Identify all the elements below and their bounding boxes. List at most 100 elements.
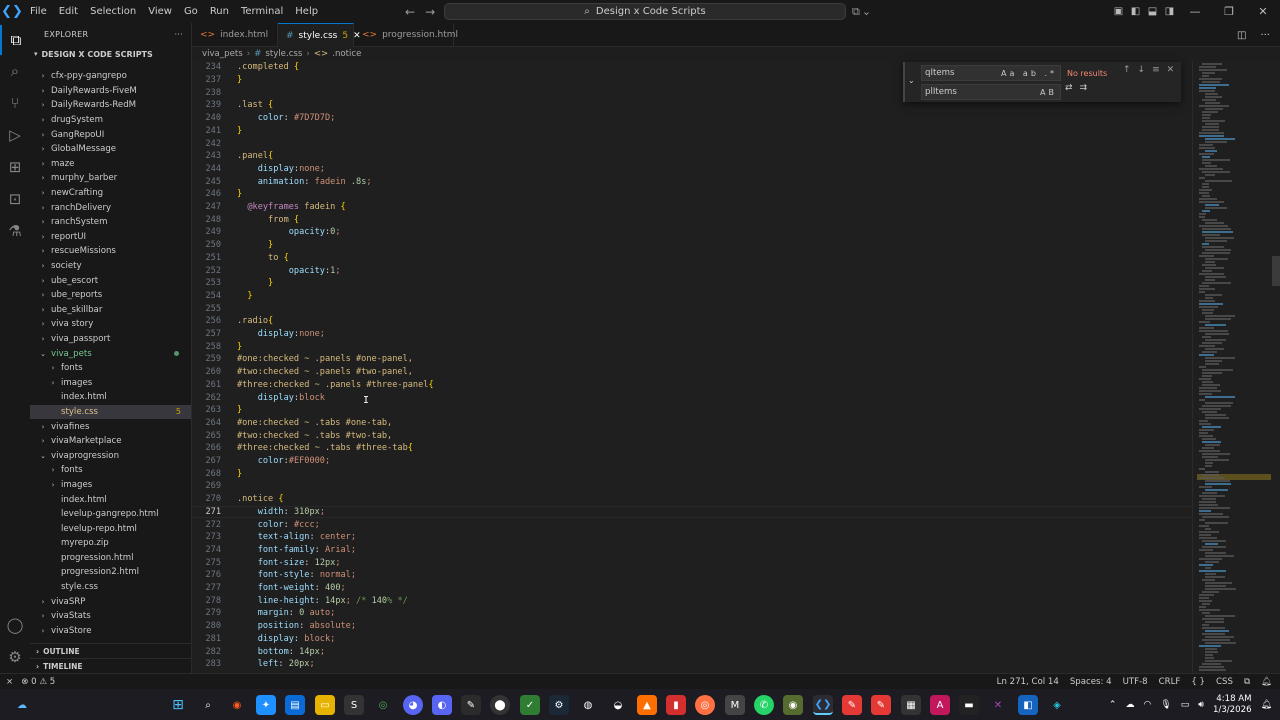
forward-arrow-icon[interactable]: → (425, 5, 435, 19)
explorer-file-item[interactable]: index.html (30, 492, 191, 507)
steam-icon[interactable]: ⚙ (549, 695, 569, 715)
cursor-position[interactable]: Ln 271, Col 14 (997, 677, 1059, 687)
end-of-line[interactable]: CRLF (1159, 677, 1181, 687)
explorer-folder-item[interactable]: › vivaStore (30, 624, 191, 639)
menu-go[interactable]: Go (178, 0, 204, 23)
app-icon[interactable]: ✦ (256, 695, 276, 715)
sublime-icon[interactable]: S (344, 695, 364, 715)
app-icon[interactable]: A (930, 695, 950, 715)
code-line[interactable]: 263} (192, 404, 1192, 417)
replace-all-icon[interactable]: ⇉ (1080, 83, 1088, 93)
explorer-folder-item[interactable]: › DailyRewards-FiveM (30, 84, 191, 99)
gear-icon[interactable]: ⚙ (0, 642, 30, 672)
code-line[interactable]: 244 display:none; (192, 163, 1192, 176)
more-actions-icon[interactable]: ··· (1260, 30, 1270, 41)
app-icon[interactable]: ✎ (842, 695, 862, 715)
explorer-folder-item[interactable]: › ranchDelivery (30, 200, 191, 215)
remote-explorer-icon[interactable]: ⊡ (0, 184, 30, 214)
explorer-file-item[interactable]: myrepo.zip (30, 536, 191, 551)
explorer-folder-item[interactable]: › murphy_barber (30, 171, 191, 186)
preserve-case-icon[interactable]: AB (1040, 88, 1057, 97)
minimap[interactable] (1192, 61, 1280, 673)
code-line[interactable]: 268} (192, 467, 1192, 480)
code-line[interactable]: 258} (192, 340, 1192, 353)
account-icon[interactable]: ◯ (0, 610, 30, 640)
close-button[interactable]: ✕ (1246, 5, 1280, 18)
menu-file[interactable]: File (24, 0, 53, 23)
code-line[interactable]: 264 #one:checked ~ .tabs #one-tab, (192, 417, 1192, 430)
maximize-button[interactable]: ❐ (1212, 5, 1246, 18)
explorer-folder-item[interactable]: › vivaMarketplace (30, 434, 191, 449)
search-icon[interactable]: ⌕ (198, 695, 218, 715)
timeline-section[interactable]: › TIMELINE (30, 658, 191, 673)
tab-progression-html[interactable]: <> progression.html (354, 23, 458, 47)
volume-icon[interactable]: 🔊︎ (1198, 700, 1204, 710)
explorer-folder-item[interactable]: › society (30, 259, 191, 274)
toggle-secondary-sidebar-icon[interactable]: ◨ (1161, 6, 1178, 17)
cloud-icon[interactable]: ☁ (1125, 700, 1134, 710)
code-line[interactable]: 262 display:block (192, 391, 1192, 404)
toggle-replace-chevron-icon[interactable]: ⌄ (908, 76, 915, 85)
microphone-icon[interactable]: 🎙︎ (1160, 700, 1171, 710)
menu-help[interactable]: Help (289, 0, 324, 23)
code-line[interactable]: 259 #one:checked ~ .panels #one-panel, (192, 353, 1192, 366)
toggle-panel-icon[interactable]: ⬓ (1144, 6, 1161, 17)
command-center[interactable]: ⌕ Design x Code Scripts (444, 3, 846, 20)
explorer-folder-item[interactable]: › newCrafting (30, 186, 191, 201)
explorer-folder-item[interactable]: › viva_passport (30, 332, 191, 347)
code-line[interactable]: 283 left: 20px; (192, 658, 1192, 671)
code-line[interactable]: 269 (192, 480, 1192, 493)
tab-index-html[interactable]: <> index.html (192, 23, 278, 47)
code-line[interactable]: 248 from { (192, 213, 1192, 226)
explorer-file-item[interactable]: style.css 5 (30, 404, 191, 420)
explorer-folder-item[interactable]: › ube_reports (30, 288, 191, 303)
explorer-folder-item[interactable]: › fonts (30, 361, 191, 376)
search-icon[interactable]: ⌕ (0, 56, 30, 86)
explorer-file-item[interactable]: levelup-repo.html (30, 521, 191, 536)
code-line[interactable]: 274 font-family: Arial; (192, 544, 1192, 557)
code-line[interactable]: 256 .radio{ (192, 315, 1192, 328)
code-line[interactable]: 276 font-style: normal; (192, 569, 1192, 582)
breadcrumb-file[interactable]: style.css (265, 49, 302, 59)
workspace-header[interactable]: ▾ DESIGN X CODE SCRIPTS (30, 45, 191, 63)
code-line[interactable]: 282 bottom: 14px; (192, 645, 1192, 658)
clock[interactable]: 4:18 AM 1/3/2026 (1213, 694, 1252, 716)
code-line[interactable]: 280 position: absolute; (192, 620, 1192, 633)
code-line[interactable]: 253 } (192, 277, 1192, 290)
github-icon[interactable]: ⬤ (490, 695, 510, 715)
notifications-icon[interactable]: 🔔︎ (1261, 700, 1272, 710)
copilot-button[interactable]: ⧉ ⌄ (852, 0, 871, 23)
app-icon[interactable]: ◒ (608, 695, 628, 715)
code-line[interactable]: 247 @keyframes fadein { (192, 201, 1192, 214)
remote-indicator-icon[interactable]: ⨯ (6, 677, 13, 687)
explorer-folder-item[interactable]: › vivaStats (30, 609, 191, 624)
explorer-folder-item[interactable]: › cfx-ppy-gangrepo (30, 69, 191, 84)
explorer-folder-item[interactable]: › DailyRewards-RedM (30, 98, 191, 113)
code-line[interactable]: 272 color: #ccc; (192, 518, 1192, 531)
problems-indicator[interactable]: ⊗ 0 ⚠ 5 (21, 677, 55, 687)
find-options-icons[interactable]: Aa ab .* (1001, 69, 1057, 78)
previous-match-arrow-icon[interactable]: ↑ (1123, 65, 1131, 75)
explorer-folder-item[interactable]: › ube_escort (30, 273, 191, 288)
explorer-folder-item[interactable]: › vivaSRP (30, 594, 191, 609)
menu-selection[interactable]: Selection (84, 0, 142, 23)
explorer-file-item[interactable]: levelup-gangrepo.html (30, 507, 191, 522)
breadcrumb-symbol[interactable]: .notice (332, 49, 361, 59)
code-line[interactable]: 261 #three:checked ~ .panels #three-panel… (192, 379, 1192, 392)
explorer-folder-item[interactable]: › GangRepoUI (30, 127, 191, 142)
split-editor-icon[interactable]: ◫ (1237, 30, 1246, 41)
code-line[interactable]: 281 display: block; (192, 633, 1192, 646)
explorer-file-item[interactable]: style.css (30, 580, 191, 595)
explorer-folder-item[interactable]: ⌄ viva_pets (30, 346, 191, 361)
explorer-folder-item[interactable]: › viva story (30, 317, 191, 332)
app-icon[interactable]: ◉ (783, 695, 803, 715)
app-icon[interactable]: ✎ (871, 695, 891, 715)
code-line[interactable]: 273 text-align: center; (192, 531, 1192, 544)
next-match-arrow-icon[interactable]: ↓ (1138, 65, 1146, 75)
copilot-status-icon[interactable]: ⧉ (1244, 677, 1250, 687)
explorer-folder-item[interactable]: › ube_skillbar (30, 303, 191, 318)
back-arrow-icon[interactable]: ← (405, 5, 415, 19)
app-icon[interactable]: ▮ (666, 695, 686, 715)
close-icon[interactable]: ✕ (1167, 65, 1175, 75)
code-line[interactable]: 250 } (192, 239, 1192, 252)
